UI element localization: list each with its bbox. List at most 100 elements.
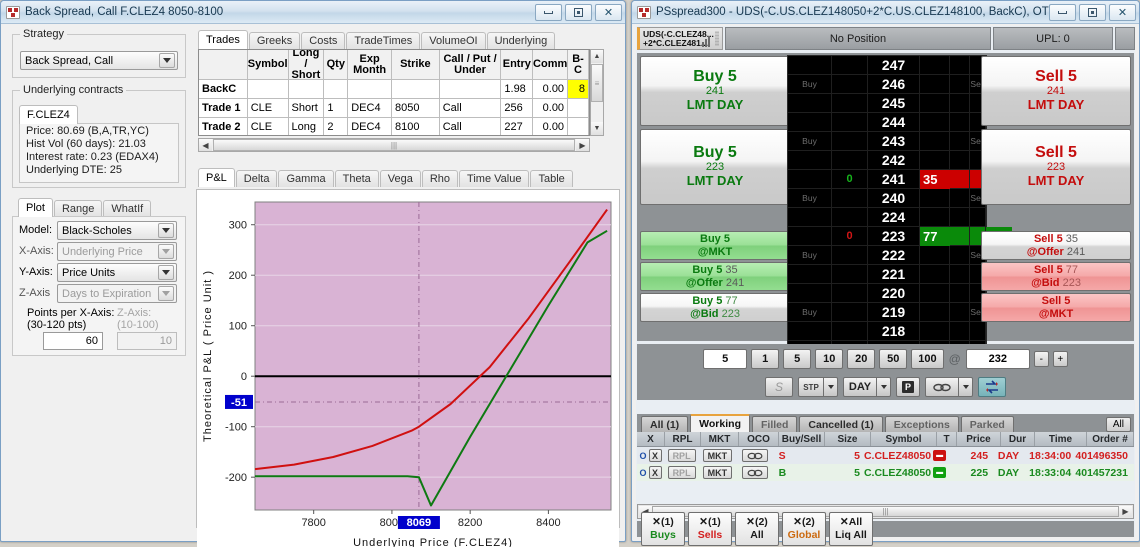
ladder-row[interactable]: Buy222Sell bbox=[788, 246, 986, 265]
ladder-row[interactable]: 022377 bbox=[788, 227, 986, 246]
ladder-buy-cell[interactable] bbox=[788, 94, 832, 113]
close-icon[interactable]: ✕ bbox=[1109, 4, 1136, 21]
ladder-working-qty-cell[interactable] bbox=[832, 113, 868, 132]
instrument-symbol-cell[interactable]: UDS(-C.CLEZ48... +2*C.CLEZ481... bbox=[637, 27, 723, 50]
ladder-price[interactable]: 240 bbox=[868, 189, 920, 208]
ladder-spacer-cell[interactable] bbox=[950, 246, 970, 265]
scroll-right-icon[interactable]: ▶ bbox=[1119, 506, 1132, 517]
cancel-order-button[interactable]: X bbox=[649, 449, 662, 462]
buy-limit-button-1[interactable]: Buy 5 241 LMT DAY bbox=[640, 56, 790, 126]
qty-preset-100[interactable]: 100 bbox=[911, 349, 943, 369]
ladder-price[interactable]: 243 bbox=[868, 132, 920, 151]
ladder-price[interactable]: 223 bbox=[868, 227, 920, 246]
ladder-row[interactable]: 245 bbox=[788, 94, 986, 113]
table-row[interactable]: O X RPL MKT B 5 C.CLEZ48050 ▬ 225 DAY 18… bbox=[637, 464, 1134, 481]
tab-costs[interactable]: Costs bbox=[301, 32, 345, 49]
maximize-button[interactable] bbox=[565, 4, 592, 21]
ladder-spacer-cell[interactable] bbox=[950, 151, 970, 170]
swap-sides-button[interactable] bbox=[978, 377, 1006, 397]
ladder-buy-cell[interactable]: Buy bbox=[788, 75, 832, 94]
ladder-working-qty-cell[interactable] bbox=[832, 94, 868, 113]
chevron-down-icon[interactable] bbox=[158, 223, 174, 238]
liquidate-all-button[interactable]: ✕All Liq All bbox=[829, 512, 873, 546]
ladder-spacer-cell[interactable] bbox=[950, 94, 970, 113]
maximize-button[interactable] bbox=[1079, 4, 1106, 21]
tab-gamma[interactable]: Gamma bbox=[278, 170, 333, 187]
ladder-buy-cell[interactable] bbox=[788, 265, 832, 284]
ladder-buy-cell[interactable] bbox=[788, 208, 832, 227]
tab-working[interactable]: Working bbox=[690, 414, 750, 432]
ladder-spacer-cell[interactable] bbox=[950, 170, 970, 189]
scroll-down-icon[interactable]: ▼ bbox=[591, 122, 603, 135]
yaxis-select[interactable]: Price Units bbox=[57, 263, 177, 282]
cancel-all-button[interactable]: ✕(2) All bbox=[735, 512, 779, 546]
qty-preset-10[interactable]: 10 bbox=[815, 349, 843, 369]
ladder-buy-cell[interactable] bbox=[788, 322, 832, 341]
ladder-row[interactable]: 024135 bbox=[788, 170, 986, 189]
ladder-price[interactable]: 247 bbox=[868, 56, 920, 75]
cancel-global-button[interactable]: ✕(2) Global bbox=[782, 512, 826, 546]
sell-at-bid-button[interactable]: Sell 5 77 @Bid 223 bbox=[981, 262, 1131, 291]
ladder-row[interactable]: 220 bbox=[788, 284, 986, 303]
ladder-depth-cell[interactable] bbox=[920, 246, 950, 265]
right-window-titlebar[interactable]: PSspread300 - UDS(-C.US.CLEZ148050+2*C.U… bbox=[632, 1, 1139, 24]
ladder-price[interactable]: 220 bbox=[868, 284, 920, 303]
ladder-working-qty-cell[interactable] bbox=[832, 132, 868, 151]
pnl-chart[interactable]: 3002001000-100-2007800800082008400-51806… bbox=[196, 189, 620, 528]
ladder-spacer-cell[interactable] bbox=[950, 56, 970, 75]
tab-trades[interactable]: Trades bbox=[198, 30, 248, 49]
tab-greeks[interactable]: Greeks bbox=[249, 32, 300, 49]
ladder-spacer-cell[interactable] bbox=[950, 189, 970, 208]
ladder-depth-cell[interactable] bbox=[920, 322, 950, 341]
tab-cancelled[interactable]: Cancelled (1) bbox=[799, 416, 882, 432]
ladder-buy-cell[interactable]: Buy bbox=[788, 189, 832, 208]
ladder-row[interactable]: 247 bbox=[788, 56, 986, 75]
market-order-button[interactable]: MKT bbox=[703, 466, 733, 479]
qty-preset-20[interactable]: 20 bbox=[847, 349, 875, 369]
tab-rho[interactable]: Rho bbox=[422, 170, 458, 187]
tab-underlying[interactable]: Underlying bbox=[487, 32, 556, 49]
zaxis-points-input[interactable]: 10 bbox=[117, 332, 177, 350]
buy-at-bid-button[interactable]: Buy 5 77 @Bid 223 bbox=[640, 293, 790, 322]
ladder-spacer-cell[interactable] bbox=[950, 75, 970, 94]
ladder-depth-cell[interactable] bbox=[920, 208, 950, 227]
ladder-depth-cell[interactable] bbox=[920, 189, 950, 208]
ladder-depth-cell[interactable] bbox=[920, 265, 950, 284]
strategy-select[interactable]: Back Spread, Call bbox=[20, 51, 178, 70]
ladder-buy-cell[interactable] bbox=[788, 56, 832, 75]
table-row[interactable]: O X RPL MKT S 5 C.CLEZ48050 ▬ 245 DAY 18… bbox=[637, 447, 1134, 464]
scroll-up-icon[interactable]: ▲ bbox=[591, 50, 603, 63]
tab-tradetimes[interactable]: TradeTimes bbox=[346, 32, 420, 49]
trades-vertical-scrollbar[interactable]: ▲ ≡ ▼ bbox=[590, 49, 604, 136]
sell-market-button[interactable]: Sell 5 @MKT bbox=[981, 293, 1131, 322]
tab-theta[interactable]: Theta bbox=[335, 170, 379, 187]
model-select[interactable]: Black-Scholes bbox=[57, 221, 177, 240]
ladder-depth-cell[interactable] bbox=[920, 303, 950, 322]
ladder-depth-cell[interactable]: 35 bbox=[920, 170, 950, 189]
tab-underlying-fclez4[interactable]: F.CLEZ4 bbox=[19, 105, 78, 124]
price-decrement-button[interactable]: - bbox=[1034, 351, 1049, 367]
ladder-working-qty-cell[interactable] bbox=[832, 56, 868, 75]
ladder-buy-cell[interactable] bbox=[788, 113, 832, 132]
qty-preset-5[interactable]: 5 bbox=[783, 349, 811, 369]
ladder-depth-cell[interactable] bbox=[920, 132, 950, 151]
table-row[interactable]: Trade 1 CLE Short 1 DEC4 8050 Call 256 0… bbox=[199, 99, 589, 118]
points-per-xaxis-input[interactable]: 60 bbox=[43, 332, 103, 350]
link-selector[interactable] bbox=[925, 377, 973, 397]
cancel-buys-button[interactable]: ✕(1) Buys bbox=[641, 512, 685, 546]
ladder-depth-cell[interactable]: 77 bbox=[920, 227, 950, 246]
tab-volumeoi[interactable]: VolumeOI bbox=[421, 32, 485, 49]
ladder-spacer-cell[interactable] bbox=[950, 322, 970, 341]
scrollbar-thumb[interactable]: ≡ bbox=[591, 64, 603, 102]
close-icon[interactable]: ✕ bbox=[595, 4, 622, 21]
trades-horizontal-scrollbar[interactable]: ◀ ||| ▶ bbox=[198, 138, 590, 152]
ladder-spacer-cell[interactable] bbox=[950, 208, 970, 227]
chevron-down-icon[interactable] bbox=[877, 377, 891, 397]
tab-pnl[interactable]: P&L bbox=[198, 168, 235, 187]
chevron-down-icon[interactable] bbox=[959, 377, 973, 397]
ladder-depth-cell[interactable] bbox=[920, 56, 950, 75]
ladder-working-qty-cell[interactable] bbox=[832, 284, 868, 303]
ladder-depth-cell[interactable] bbox=[920, 113, 950, 132]
tab-table[interactable]: Table bbox=[530, 170, 572, 187]
show-all-button[interactable]: All bbox=[1106, 417, 1131, 432]
